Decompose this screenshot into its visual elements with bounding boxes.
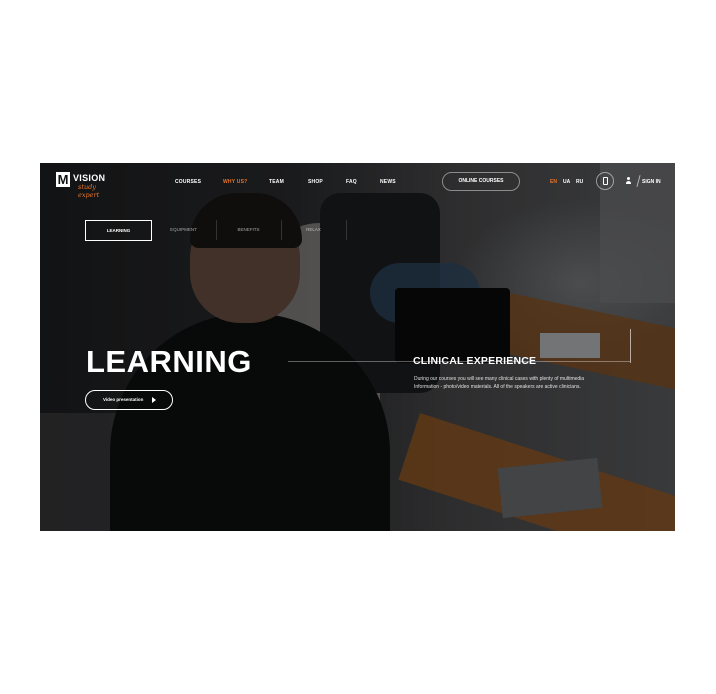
play-icon [152, 397, 156, 403]
nav-item-shop[interactable]: SHOP [308, 179, 323, 185]
online-courses-button[interactable]: ONLINE COURSES [442, 172, 520, 191]
tab-equipment[interactable]: EQUIPMENT [151, 220, 217, 240]
nav-item-why-us[interactable]: WHY US? [223, 179, 247, 185]
user-icon[interactable] [620, 172, 638, 190]
nav-item-news[interactable]: NEWS [380, 179, 396, 185]
logo[interactable]: M VISION study expert [56, 172, 116, 199]
logo-tagline: study expert [78, 183, 100, 199]
language-ru[interactable]: RU [576, 179, 583, 185]
top-navigation: M VISION study expert COURSES WHY US? TE… [40, 163, 675, 201]
sign-in-link[interactable]: SIGN IN [642, 179, 661, 185]
section-text: During our courses you will see many cli… [414, 376, 585, 390]
language-en[interactable]: EN [550, 179, 557, 185]
nav-item-faq[interactable]: FAQ [346, 179, 357, 185]
video-presentation-label: Video presentation [103, 397, 144, 402]
nav-item-courses[interactable]: COURSES [175, 179, 201, 185]
nav-item-team[interactable]: TEAM [269, 179, 284, 185]
section-title: CLINICAL EXPERIENCE [413, 355, 537, 367]
hero-vertical-divider [630, 329, 631, 363]
tab-learning[interactable]: LEARNING [85, 220, 152, 241]
tab-relax[interactable]: RELAX [281, 220, 347, 240]
hero-section: M VISION study expert COURSES WHY US? TE… [40, 163, 675, 531]
hero-title: LEARNING [86, 344, 252, 379]
logo-mark: M [56, 172, 70, 187]
language-ua[interactable]: UA [563, 179, 570, 185]
logo-name: VISION [73, 173, 106, 183]
tab-benefits[interactable]: BENEFITS [216, 220, 282, 240]
video-presentation-button[interactable]: Video presentation [85, 390, 173, 410]
phone-icon[interactable] [596, 172, 614, 190]
